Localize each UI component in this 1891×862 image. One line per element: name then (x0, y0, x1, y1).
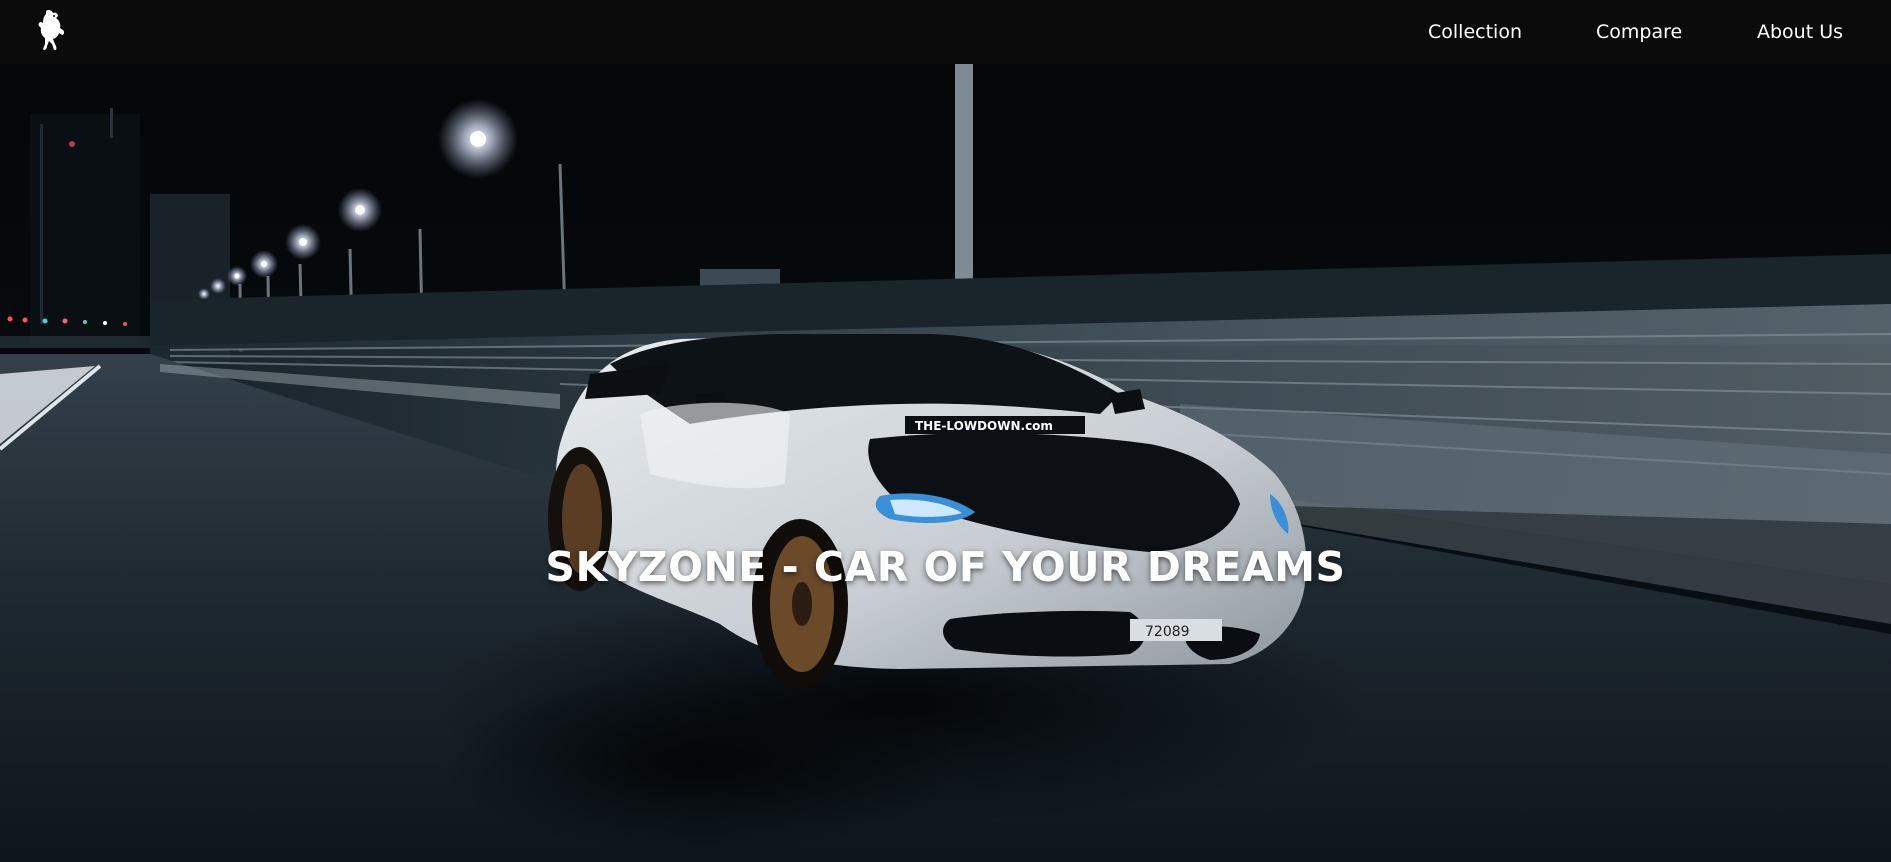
nav-link-collection[interactable]: Collection (1428, 21, 1522, 43)
top-navbar: Collection Compare About Us (0, 0, 1891, 64)
sports-car-night-bridge-image: THE-LOWDOWN.com 72089 (0, 64, 1891, 862)
license-plate: 72089 (1145, 624, 1190, 640)
nav-link-about-us[interactable]: About Us (1757, 21, 1843, 43)
windshield-banner: THE-LOWDOWN.com (915, 419, 1053, 433)
hero-title: SKYZONE - CAR OF YOUR DREAMS (545, 543, 1346, 591)
hero-section: THE-LOWDOWN.com 72089 SKYZONE - CAR OF Y… (0, 64, 1891, 862)
nav-link-compare[interactable]: Compare (1596, 21, 1682, 43)
prancing-horse-icon[interactable] (34, 8, 70, 54)
